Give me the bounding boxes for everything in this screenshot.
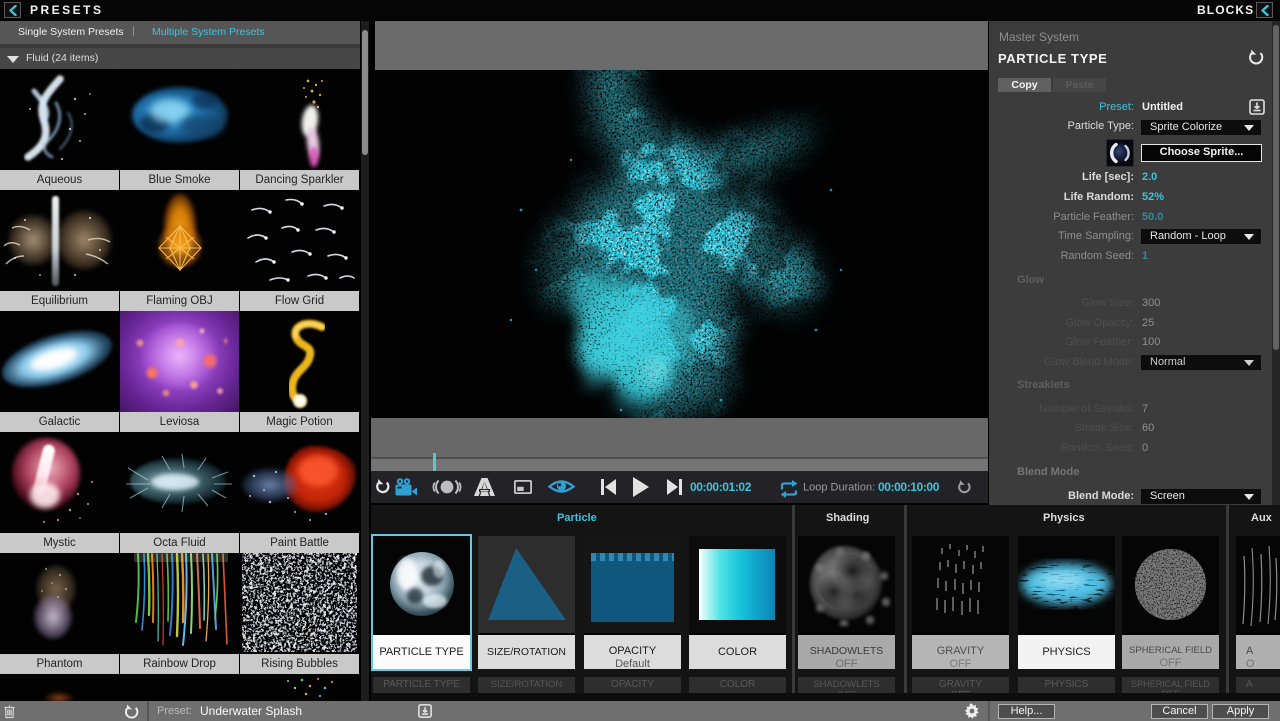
svg-text:00:00:01:02: 00:00:01:02 [690,480,752,494]
svg-text:00:00:10:00: 00:00:10:00 [878,480,940,494]
svg-text:Loop Duration:: Loop Duration: [803,482,875,494]
